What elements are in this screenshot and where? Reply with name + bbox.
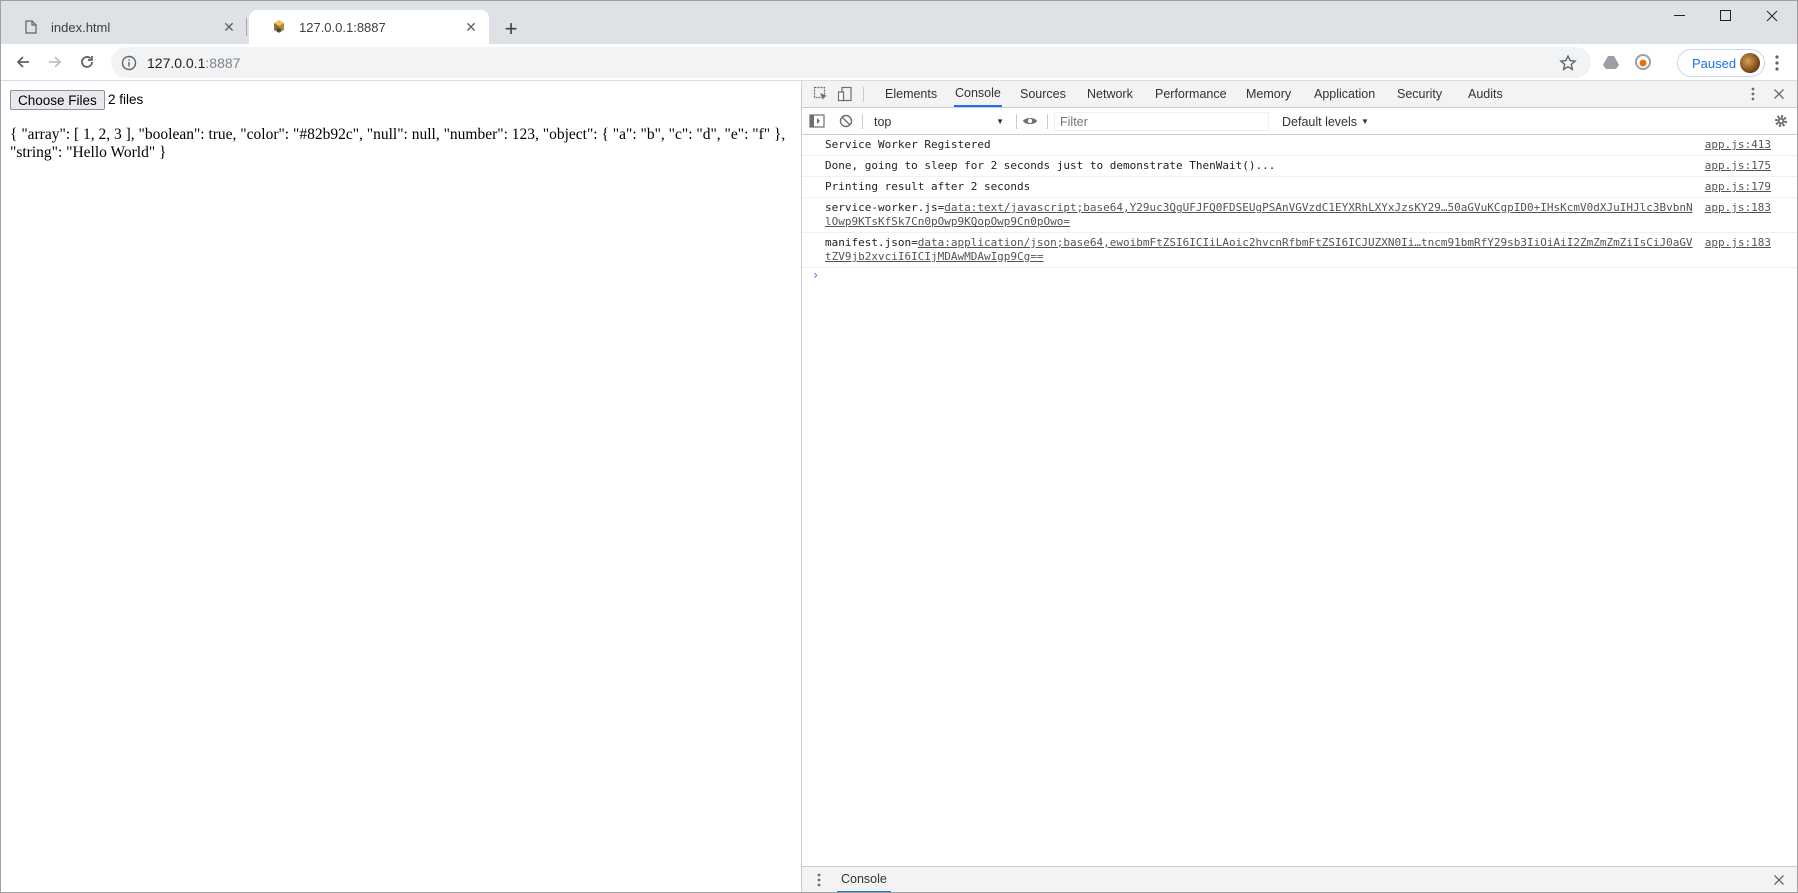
chrome-menu-icon[interactable] xyxy=(1767,52,1787,74)
data-url-link[interactable]: data:text/javascript;base64,Y29uc3QgUFJF… xyxy=(825,201,1693,228)
new-tab-button[interactable]: + xyxy=(497,15,525,43)
close-icon[interactable]: ✕ xyxy=(461,17,481,37)
tab-memory[interactable]: Memory xyxy=(1245,81,1292,107)
back-button[interactable] xyxy=(9,48,37,76)
console-message: Service Worker Registered app.js:413 xyxy=(802,135,1797,156)
profile-button[interactable]: Paused xyxy=(1677,49,1765,77)
drive-extension-icon[interactable] xyxy=(1602,53,1620,71)
close-drawer-icon[interactable] xyxy=(1770,871,1788,889)
dropdown-arrow-icon: ▼ xyxy=(1361,117,1369,126)
inspect-element-icon[interactable] xyxy=(812,85,830,103)
message-text: Done, going to sleep for 2 seconds just … xyxy=(825,159,1276,172)
browser-window: index.html ✕ 127.0.0.1:8887 ✕ + 127.0.0.… xyxy=(0,0,1798,893)
tab-sources[interactable]: Sources xyxy=(1019,81,1067,107)
json-output: { "array": [ 1, 2, 3 ], "boolean": true,… xyxy=(10,126,786,161)
tab-security[interactable]: Security xyxy=(1396,81,1443,107)
avatar xyxy=(1740,53,1760,73)
tab-application[interactable]: Application xyxy=(1313,81,1376,107)
address-bar[interactable]: 127.0.0.1:8887 xyxy=(111,47,1591,78)
close-devtools-icon[interactable] xyxy=(1770,85,1788,103)
file-icon xyxy=(23,19,39,35)
browser-toolbar: 127.0.0.1:8887 Paused xyxy=(1,44,1797,81)
devtools-drawer: Console xyxy=(802,866,1797,892)
info-icon[interactable] xyxy=(121,55,137,71)
tab-index-html[interactable]: index.html ✕ xyxy=(1,10,247,44)
page-content: Choose Files 2 files { "array": [ 1, 2, … xyxy=(1,81,801,892)
tab-title: index.html xyxy=(51,19,111,35)
message-text: Printing result after 2 seconds xyxy=(825,180,1031,193)
gear-icon[interactable] xyxy=(1772,112,1790,130)
device-toolbar-icon[interactable] xyxy=(836,85,854,103)
context-label: top xyxy=(874,114,892,129)
prompt-chevron-icon: › xyxy=(812,268,820,282)
bookmark-star-icon[interactable] xyxy=(1559,54,1577,72)
reload-button[interactable] xyxy=(73,48,101,76)
divider xyxy=(863,87,864,102)
data-url-link[interactable]: data:application/json;base64,ewoibmFtZSI… xyxy=(825,236,1693,263)
tab-audits[interactable]: Audits xyxy=(1467,81,1504,107)
console-message: Done, going to sleep for 2 seconds just … xyxy=(802,156,1797,177)
close-icon[interactable]: ✕ xyxy=(219,17,239,37)
message-source-link[interactable]: app.js:183 xyxy=(1705,236,1771,250)
drawer-tab-console[interactable]: Console xyxy=(837,867,891,892)
tab-elements[interactable]: Elements xyxy=(884,81,938,107)
divider xyxy=(1047,114,1048,129)
dropdown-arrow-icon: ▼ xyxy=(996,117,1004,126)
sidebar-toggle-icon[interactable] xyxy=(808,112,826,130)
close-window-button[interactable] xyxy=(1749,1,1795,31)
tab-console[interactable]: Console xyxy=(954,81,1002,107)
tab-network[interactable]: Network xyxy=(1086,81,1134,107)
message-text: manifest.json=data:application/json;base… xyxy=(825,236,1693,263)
eye-icon[interactable] xyxy=(1021,112,1039,130)
divider xyxy=(862,114,863,129)
console-message: service-worker.js=data:text/javascript;b… xyxy=(802,198,1797,233)
extension-icon[interactable] xyxy=(1634,53,1652,71)
customize-devtools-icon[interactable] xyxy=(1744,85,1762,103)
console-messages: Service Worker Registered app.js:413 Don… xyxy=(802,135,1797,286)
console-message: manifest.json=data:application/json;base… xyxy=(802,233,1797,268)
console-message: Printing result after 2 seconds app.js:1… xyxy=(802,177,1797,198)
console-prompt[interactable]: › xyxy=(802,268,1797,286)
levels-label: Default levels xyxy=(1282,114,1358,129)
message-source-link[interactable]: app.js:413 xyxy=(1705,138,1771,152)
forward-button[interactable] xyxy=(41,48,69,76)
message-text: service-worker.js=data:text/javascript;b… xyxy=(825,201,1693,228)
choose-files-button[interactable]: Choose Files xyxy=(10,90,105,110)
message-text: Service Worker Registered xyxy=(825,138,991,151)
devtools-tab-bar: Elements Console Sources Network Perform… xyxy=(802,81,1797,108)
log-levels-dropdown[interactable]: Default levels ▼ xyxy=(1282,112,1369,131)
devtools-panel: Elements Console Sources Network Perform… xyxy=(801,81,1797,892)
console-filter-input[interactable] xyxy=(1054,112,1269,131)
minimize-button[interactable] xyxy=(1657,1,1703,31)
tab-title: 127.0.0.1:8887 xyxy=(299,19,386,35)
message-source-link[interactable]: app.js:179 xyxy=(1705,180,1771,194)
clear-console-icon[interactable] xyxy=(837,112,855,130)
drawer-menu-icon[interactable] xyxy=(810,871,828,889)
message-source-link[interactable]: app.js:183 xyxy=(1705,201,1771,215)
divider xyxy=(1016,114,1017,129)
tab-localhost[interactable]: 127.0.0.1:8887 ✕ xyxy=(249,10,489,44)
url-text: 127.0.0.1:8887 xyxy=(147,54,241,71)
web-server-icon xyxy=(271,19,287,35)
console-toolbar: top ▼ Default levels ▼ xyxy=(802,108,1797,135)
tab-performance[interactable]: Performance xyxy=(1154,81,1228,107)
tab-strip: index.html ✕ 127.0.0.1:8887 ✕ + xyxy=(1,1,1797,44)
maximize-button[interactable] xyxy=(1703,1,1749,31)
profile-status: Paused xyxy=(1692,55,1737,71)
context-selector[interactable]: top ▼ xyxy=(874,112,1006,131)
file-count-label: 2 files xyxy=(108,92,144,107)
message-source-link[interactable]: app.js:175 xyxy=(1705,159,1771,173)
